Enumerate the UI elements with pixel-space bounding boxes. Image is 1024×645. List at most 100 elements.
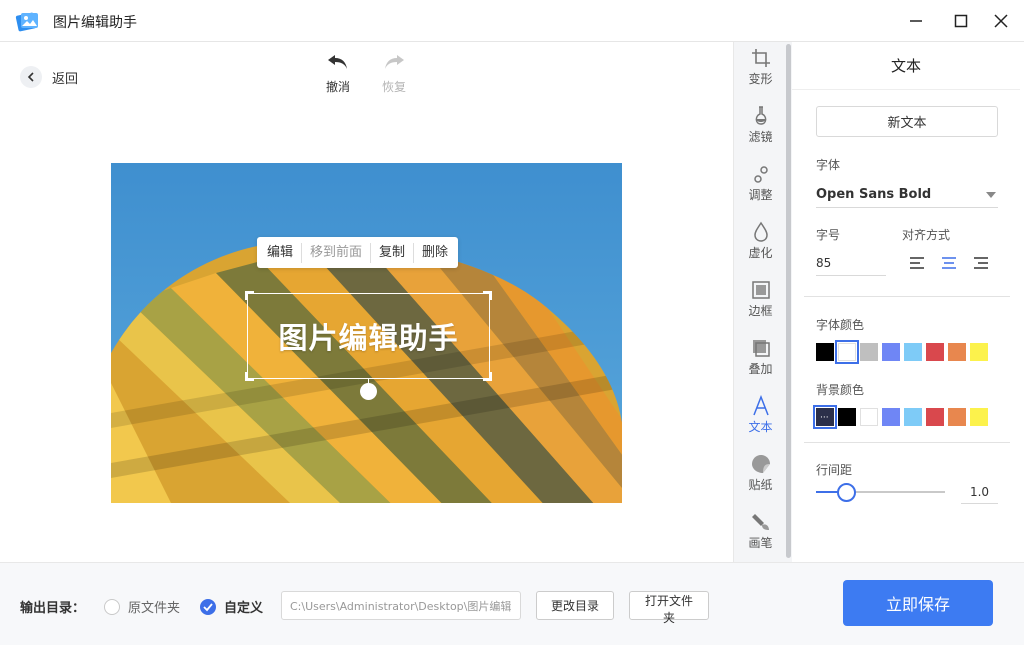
font-color-swatch[interactable] [948, 343, 966, 361]
back-arrow-icon [20, 66, 42, 88]
bg-color-label: 背景颜色 [816, 383, 865, 397]
bg-color-swatch[interactable] [860, 408, 878, 426]
menu-item-copy[interactable]: 复制 [371, 237, 413, 268]
app-logo [14, 9, 40, 33]
bg-color-swatch[interactable] [882, 408, 900, 426]
radio-custom-label: 自定义 [224, 601, 264, 616]
close-button[interactable] [988, 8, 1014, 34]
bg-color-swatch[interactable] [970, 408, 988, 426]
tool-label: 贴纸 [748, 478, 773, 492]
font-color-swatch[interactable] [835, 340, 859, 364]
font-color-swatch[interactable] [904, 343, 922, 361]
redo-button[interactable]: 恢复 [374, 52, 414, 95]
tool-text[interactable]: 文本 [734, 390, 787, 440]
font-color-swatch[interactable] [860, 343, 878, 361]
resize-handle-bottom-right[interactable] [483, 372, 492, 381]
tool-label: 虚化 [748, 246, 773, 260]
flask-icon [755, 106, 766, 125]
align-center-button[interactable] [941, 256, 959, 272]
open-folder-button[interactable]: 打开文件夹 [629, 591, 709, 625]
resize-handle-bottom-left[interactable] [245, 372, 254, 381]
tool-label: 文本 [748, 420, 773, 434]
font-color-swatch[interactable] [970, 343, 988, 361]
frame-icon [751, 281, 770, 299]
menu-item-edit[interactable]: 编辑 [259, 237, 301, 268]
tool-transform[interactable]: 变形 [734, 42, 787, 92]
overlay-icon [752, 340, 770, 357]
change-dir-button[interactable]: 更改目录 [536, 591, 614, 620]
maximize-button[interactable] [948, 8, 974, 34]
redo-icon [385, 55, 404, 69]
align-right-icon [974, 257, 988, 269]
align-right-button[interactable] [973, 256, 991, 272]
font-color-swatch[interactable] [882, 343, 900, 361]
bg-color-swatch[interactable]: ··· [813, 405, 837, 429]
chevron-down-icon [986, 192, 996, 198]
size-label: 字号 [816, 228, 841, 242]
text-settings-panel: 文本 新文本 字体 Open Sans Bold 字号 对齐方式 字体颜色 背景… [792, 42, 1024, 562]
output-dir-label: 输出目录： [20, 601, 86, 616]
minimize-button[interactable] [903, 8, 929, 34]
tool-label: 调整 [748, 188, 773, 202]
bg-color-swatch[interactable] [948, 408, 966, 426]
line-spacing-slider-thumb[interactable] [836, 483, 856, 502]
resize-handle-top-right[interactable] [483, 291, 492, 300]
tool-sticker[interactable]: 贴纸 [734, 448, 787, 498]
font-color-swatch[interactable] [816, 343, 834, 361]
undo-icon [328, 55, 347, 69]
font-color-swatch[interactable] [926, 343, 944, 361]
output-path-input[interactable] [281, 591, 521, 620]
font-select[interactable]: Open Sans Bold [816, 182, 998, 208]
tool-adjust[interactable]: 调整 [734, 158, 787, 208]
font-label: 字体 [816, 158, 841, 172]
resize-handle-top-left[interactable] [245, 291, 254, 300]
bg-color-swatch[interactable] [904, 408, 922, 426]
tool-frame[interactable]: 边框 [734, 274, 787, 324]
align-center-icon [942, 257, 956, 269]
drop-icon [753, 221, 768, 242]
rotate-handle[interactable] [360, 383, 377, 400]
app-title: 图片编辑助手 [53, 15, 137, 31]
align-label: 对齐方式 [902, 228, 951, 242]
tool-blur[interactable]: 虚化 [734, 216, 787, 266]
crop-icon [751, 49, 770, 67]
tool-filter[interactable]: 滤镜 [734, 100, 787, 150]
radio-original-folder[interactable]: 原文件夹 [104, 597, 180, 616]
title-bar: 图片编辑助手 [0, 0, 1024, 42]
tool-label: 叠加 [748, 362, 773, 376]
back-button[interactable]: 返回 [20, 66, 78, 88]
brush-icon [751, 514, 769, 530]
font-size-input[interactable] [816, 250, 886, 276]
bg-color-swatch[interactable] [926, 408, 944, 426]
tool-label: 滤镜 [748, 130, 773, 144]
bottom-bar: 输出目录： 原文件夹 自定义 更改目录 打开文件夹 立即保存 [0, 562, 1024, 645]
text-icon [752, 395, 769, 416]
align-left-button[interactable] [909, 256, 927, 272]
radio-checked-icon [200, 598, 216, 615]
font-select-value: Open Sans Bold [816, 187, 932, 202]
svg-text:···: ··· [820, 413, 829, 423]
panel-divider [804, 296, 1010, 297]
line-spacing-value[interactable]: 1.0 [961, 480, 998, 504]
sticker-icon [751, 455, 770, 473]
tool-overlay[interactable]: 叠加 [734, 332, 787, 382]
back-label: 返回 [52, 71, 79, 87]
adjust-icon [753, 166, 768, 183]
menu-item-bring-front[interactable]: 移到前面 [302, 237, 370, 268]
undo-label: 撤消 [325, 80, 350, 94]
undo-button[interactable]: 撤消 [318, 52, 358, 95]
bg-color-swatch[interactable] [838, 408, 856, 426]
new-text-button[interactable]: 新文本 [816, 106, 998, 137]
tool-brush[interactable]: 画笔 [734, 506, 787, 556]
radio-unchecked-icon [104, 598, 120, 615]
tools-column: 变形 滤镜 调整 虚化 边框 叠加 文本 贴纸 画笔 [733, 42, 786, 562]
panel-divider [804, 442, 1010, 443]
menu-item-delete[interactable]: 删除 [414, 237, 456, 268]
radio-original-label: 原文件夹 [128, 601, 181, 616]
text-layer-box[interactable]: 图片编辑助手 [245, 291, 492, 381]
save-now-button[interactable]: 立即保存 [843, 580, 993, 626]
tools-scrollbar-thumb[interactable] [786, 44, 791, 558]
align-left-icon [910, 257, 924, 269]
radio-custom-folder[interactable]: 自定义 [200, 597, 263, 616]
tool-label: 边框 [748, 304, 773, 318]
